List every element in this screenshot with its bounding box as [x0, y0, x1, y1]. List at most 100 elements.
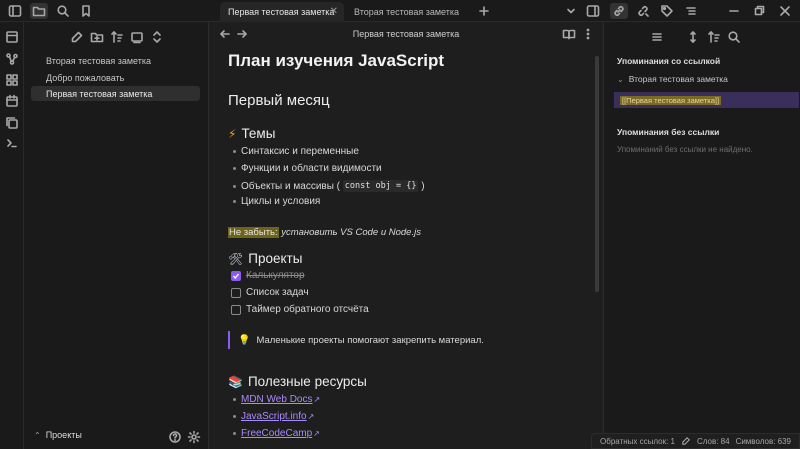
copy-icon[interactable] [5, 116, 19, 130]
heading-text: Темы [241, 126, 276, 141]
auto-reveal-icon[interactable] [130, 30, 144, 44]
vault-name: Проекты [45, 430, 82, 440]
collapse-icon[interactable] [150, 30, 164, 44]
checkbox[interactable] [231, 287, 241, 298]
settings-gear-icon[interactable] [187, 430, 201, 444]
file-explorer: Вторая тестовая заметка Добро пожаловать… [24, 22, 209, 449]
linked-file-label: Вторая тестовая заметка [628, 74, 728, 84]
external-link-icon: ↗ [313, 395, 321, 404]
close-icon[interactable]: ✕ [330, 6, 338, 17]
sort-icon[interactable] [110, 30, 124, 44]
link-mdn[interactable]: MDN Web Docs [241, 394, 313, 405]
heading-topics: ⚡ Темы [228, 126, 275, 141]
graph-view-icon[interactable] [5, 52, 19, 66]
list-item: Синтаксис и переменные [233, 146, 359, 157]
bookmark-icon[interactable] [77, 3, 95, 19]
ribbon [0, 22, 24, 449]
linked-mentions-title[interactable]: Упоминания со ссылкой [617, 56, 720, 66]
right-sidebar-toggle-icon[interactable] [584, 3, 602, 19]
maximize-icon[interactable] [750, 3, 768, 19]
checkbox-checked[interactable] [231, 270, 241, 281]
terminal-icon[interactable] [5, 136, 19, 150]
tab-second-note[interactable]: Вторая тестовая заметка [346, 2, 470, 22]
window-close-icon[interactable] [776, 3, 794, 19]
backlinks-icon[interactable] [610, 3, 628, 19]
checkbox[interactable] [231, 304, 241, 315]
outgoing-links-icon[interactable] [634, 3, 652, 19]
tab-label: Первая тестовая заметка [228, 7, 335, 17]
char-count: Символов: 639 [735, 436, 791, 446]
unlinked-mentions-title[interactable]: Упоминания без ссылки [617, 127, 719, 137]
tools-icon: 🛠 [228, 251, 244, 266]
callout: 💡 Маленькие проекты помогают закрепить м… [228, 331, 588, 349]
heading-1: План изучения JavaScript [228, 51, 445, 70]
more-options-icon[interactable] [581, 27, 595, 41]
callout-text: Маленькие проекты помогают закрепить мат… [256, 334, 484, 346]
switcher-icon[interactable] [5, 30, 19, 44]
new-tab-icon[interactable] [475, 3, 493, 19]
calendar-icon[interactable] [5, 94, 19, 108]
sort-icon[interactable] [707, 30, 721, 44]
tab-first-note[interactable]: Первая тестовая заметка ✕ [220, 2, 344, 22]
list-item: JavaScript.info ↗ [233, 411, 314, 422]
file-label: Добро пожаловать [46, 72, 125, 83]
edit-icon[interactable] [681, 436, 691, 446]
note-title[interactable]: Первая тестовая заметка [210, 29, 602, 39]
word-count: Слов: 84 [696, 436, 730, 446]
scrollbar[interactable] [595, 56, 599, 292]
list-item: FreeCodeCamp ↗ [233, 428, 320, 439]
editor-pane: Первая тестовая заметка План изучения Ja… [210, 22, 602, 449]
search-icon[interactable] [54, 3, 72, 19]
files-icon[interactable] [30, 3, 48, 19]
chevron-down-icon: ⌄ [617, 74, 624, 84]
heading-2: Первый месяц [228, 92, 330, 109]
minimize-icon[interactable] [725, 3, 743, 19]
mention-match[interactable]: [[Первая тестовая заметка]] [614, 92, 799, 108]
editor-header: Первая тестовая заметка [210, 22, 602, 46]
sidebar-toggle-icon[interactable] [6, 3, 24, 19]
outline-icon[interactable] [682, 3, 700, 19]
reminder-line: Не забыть: установить VS Code и Node.js [228, 227, 421, 238]
task-item: Калькулятор [231, 270, 305, 281]
lightning-icon: ⚡ [228, 126, 237, 141]
file-item-active[interactable]: Первая тестовая заметка [31, 86, 200, 101]
list-item: MDN Web Docs ↗ [233, 394, 320, 405]
tab-label: Вторая тестовая заметка [354, 7, 460, 17]
expand-icon[interactable] [686, 30, 700, 44]
collapse-results-icon[interactable] [650, 30, 664, 44]
link-freecodecamp[interactable]: FreeCodeCamp [241, 428, 312, 439]
new-folder-icon[interactable] [90, 30, 104, 44]
reading-mode-icon[interactable] [562, 27, 576, 41]
heading-projects: 🛠 Проекты [228, 251, 302, 266]
backlinks-pane: Упоминания со ссылкой ⌄ Вторая тестовая … [603, 22, 800, 449]
file-label: Вторая тестовая заметка [46, 55, 152, 66]
file-label: Первая тестовая заметка [46, 88, 153, 99]
heading-resources: 📚 Полезные ресурсы [228, 374, 367, 389]
file-item[interactable]: Вторая тестовая заметка [31, 53, 200, 68]
task-item: Список задач [231, 287, 309, 298]
link-javascript-info[interactable]: JavaScript.info [241, 411, 307, 422]
highlight-text: Не забыть: [228, 227, 279, 238]
external-link-icon: ↗ [313, 429, 320, 438]
italic-text: установить VS Code и Node.js [281, 227, 421, 238]
title-bar: Первая тестовая заметка ✕ Вторая тестова… [0, 0, 800, 22]
chevron-down-icon[interactable] [562, 3, 580, 19]
heading-text: Полезные ресурсы [247, 374, 367, 389]
task-item: Таймер обратного отсчёта [231, 304, 369, 315]
list-item: Циклы и условия [233, 196, 320, 207]
tags-icon[interactable] [658, 3, 676, 19]
new-note-icon[interactable] [70, 30, 84, 44]
file-item[interactable]: Добро пожаловать [31, 70, 200, 85]
vault-switcher[interactable]: ⌃ Проекты [34, 430, 82, 440]
books-icon: 📚 [228, 374, 243, 389]
backlinks-count[interactable]: Обратных ссылок: 1 [600, 437, 675, 446]
help-icon[interactable] [168, 430, 182, 444]
search-icon[interactable] [727, 30, 741, 44]
unlinked-empty-text: Упоминаний без ссылки не найдено. [617, 145, 753, 154]
list-item: Функции и области видимости [233, 163, 382, 174]
linked-file[interactable]: ⌄ Вторая тестовая заметка [617, 74, 728, 84]
external-link-icon: ↗ [307, 412, 315, 421]
match-text: [[Первая тестовая заметка]] [620, 95, 722, 105]
lightbulb-icon: 💡 [238, 334, 251, 346]
canvas-icon[interactable] [5, 73, 19, 87]
